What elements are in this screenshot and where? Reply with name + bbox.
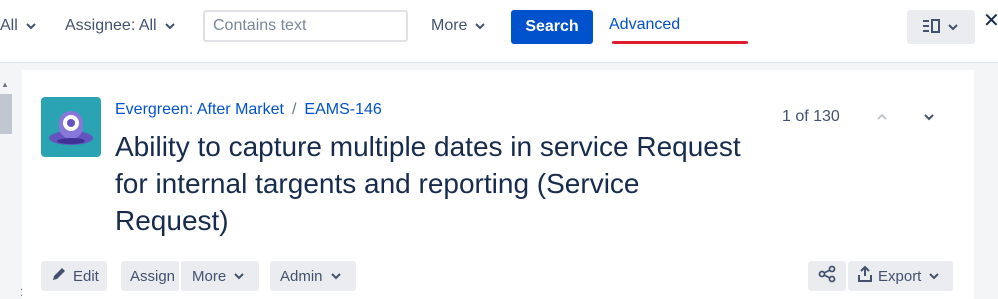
admin-label: Admin [280,267,323,285]
filter-assignee[interactable]: Assignee: All [65,10,177,42]
chevron-down-icon [329,269,343,283]
filter-more-label: More [431,17,468,34]
search-input[interactable] [203,10,408,42]
assign-button[interactable]: Assign [121,261,179,291]
annotation-underline [612,41,748,44]
admin-button[interactable]: Admin [270,261,356,291]
filter-more[interactable]: More [431,10,487,42]
filter-bar: All Assignee: All More Search Advanced ✕ [0,0,998,62]
chevron-down-icon [946,20,960,34]
edit-button[interactable]: Edit [41,261,107,291]
share-button[interactable] [808,261,846,291]
breadcrumb-separator: / [291,101,297,118]
project-avatar [41,97,101,157]
export-label: Export [878,267,922,285]
close-icon[interactable]: ✕ [983,8,998,33]
more-button[interactable]: More [181,261,259,291]
issue-pager: 1 of 130 [782,108,840,125]
filter-prev-label: All [0,17,18,34]
chevron-down-icon [927,269,941,283]
chevron-down-icon [232,269,246,283]
filter-assignee-label: Assignee: All [65,17,157,34]
chevron-down-icon[interactable] [920,108,938,126]
issue-title: Ability to capture multiple dates in ser… [115,131,741,236]
scroll-up-icon[interactable]: ▲ [1,80,9,89]
export-icon [857,265,873,287]
search-button[interactable]: Search [511,10,593,44]
breadcrumb-project[interactable]: Evergreen: After Market [115,101,284,119]
breadcrumb-issue-key[interactable]: EAMS-146 [304,101,381,119]
more-label: More [192,267,227,285]
breadcrumb: Evergreen: After Market / EAMS-146 [115,101,382,119]
chevron-down-icon [163,19,177,33]
chevron-down-icon [24,19,38,33]
chevron-up-icon[interactable] [873,108,891,126]
pencil-icon [51,266,67,286]
chevron-down-icon [473,19,487,33]
advanced-link[interactable]: Advanced [609,16,680,34]
scroll-indicator: ⁚ [20,288,24,299]
divider [0,62,998,63]
share-icon [818,265,836,287]
view-layout-button[interactable] [907,10,975,44]
scrollbar-thumb[interactable] [0,94,12,134]
export-button[interactable]: Export [848,261,953,291]
filter-prev[interactable]: All [0,10,38,42]
edit-label: Edit [73,267,99,285]
assign-label: Assign [130,267,176,285]
view-layout-icon [922,18,940,37]
